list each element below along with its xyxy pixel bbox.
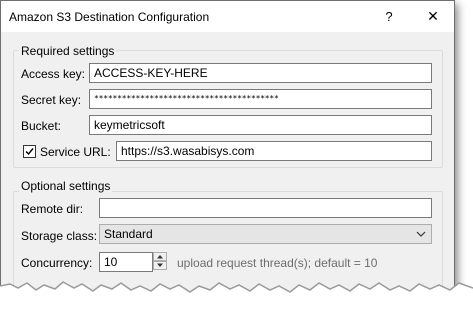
service-url-input[interactable]: https://s3.wasabisys.com bbox=[116, 141, 432, 161]
s3-config-dialog: Amazon S3 Destination Configuration ? ✕ … bbox=[0, 0, 455, 314]
window-title: Amazon S3 Destination Configuration bbox=[9, 10, 210, 24]
secret-key-input[interactable]: **************************************** bbox=[89, 89, 432, 109]
optional-settings-label: Optional settings bbox=[19, 179, 113, 193]
chevron-down-icon bbox=[416, 231, 426, 237]
access-key-label: Access key: bbox=[21, 67, 86, 81]
help-icon: ? bbox=[385, 9, 393, 24]
bucket-label: Bucket: bbox=[21, 119, 62, 133]
title-bar: Amazon S3 Destination Configuration ? ✕ bbox=[1, 1, 454, 32]
checkmark-icon bbox=[25, 148, 34, 156]
remote-dir-input[interactable] bbox=[99, 198, 432, 218]
service-url-checkbox[interactable] bbox=[23, 145, 36, 158]
torn-edge-decoration bbox=[0, 281, 473, 329]
storage-class-select[interactable]: Standard bbox=[99, 224, 432, 244]
access-key-input[interactable]: ACCESS-KEY-HERE bbox=[89, 63, 432, 83]
required-settings-label: Required settings bbox=[19, 44, 117, 58]
close-icon: ✕ bbox=[427, 8, 439, 24]
service-url-label[interactable]: Service URL: bbox=[40, 145, 111, 159]
close-button[interactable]: ✕ bbox=[411, 1, 454, 32]
spin-up-icon bbox=[157, 255, 163, 259]
help-button[interactable]: ? bbox=[367, 1, 411, 32]
secret-key-label: Secret key: bbox=[21, 93, 82, 107]
spin-up-button[interactable] bbox=[153, 252, 167, 261]
remote-dir-label: Remote dir: bbox=[21, 202, 84, 216]
storage-class-label: Storage class: bbox=[21, 229, 98, 243]
storage-class-value: Standard bbox=[104, 227, 153, 241]
bucket-input[interactable]: keymetricsoft bbox=[89, 115, 432, 135]
